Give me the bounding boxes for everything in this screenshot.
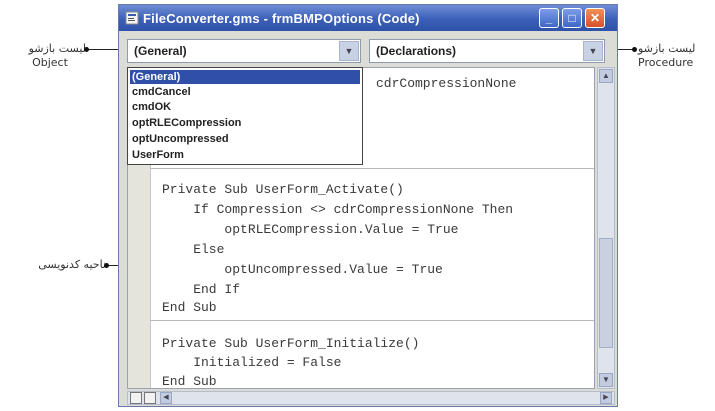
code-area-label-fa: ناحیه کدنویسی — [38, 258, 106, 271]
window-title: FileConverter.gms - frmBMPOptions (Code) — [143, 11, 420, 26]
code-line: Private Sub UserForm_Initialize() — [162, 336, 420, 351]
code-area-annotation: ناحیه کدنویسی — [2, 258, 106, 272]
object-list-label-en: Object — [32, 56, 68, 69]
vba-module-icon — [125, 11, 139, 25]
code-line: Initialized = False — [162, 355, 342, 370]
horizontal-scrollbar[interactable]: ◀ ▶ — [127, 391, 615, 405]
dropdown-item[interactable]: (General) — [130, 70, 360, 84]
code-line: End If — [162, 282, 241, 297]
code-line: Private Sub UserForm_Activate() — [162, 182, 404, 197]
dropdown-item[interactable]: optUncompressed — [130, 132, 360, 146]
procedure-list-label-en: Procedure — [638, 56, 694, 69]
dropdown-item[interactable]: UserForm — [130, 148, 360, 162]
chevron-down-icon[interactable]: ▼ — [339, 41, 359, 61]
scroll-up-icon[interactable]: ▲ — [599, 69, 613, 83]
scroll-right-icon[interactable]: ▶ — [600, 392, 612, 404]
scroll-down-icon[interactable]: ▼ — [599, 373, 613, 387]
code-line: cdrCompressionNone — [376, 76, 517, 91]
procedure-separator — [150, 320, 594, 321]
object-combo[interactable]: (General) ▼ — [127, 39, 361, 63]
procedure-view-icon[interactable] — [130, 392, 142, 404]
procedure-combo-value: (Declarations) — [376, 44, 457, 58]
dropdown-item[interactable]: cmdOK — [130, 100, 360, 114]
object-list-label-fa: لیست بازشو — [28, 42, 86, 55]
code-line: End Sub — [162, 300, 217, 315]
dropdown-item[interactable]: cmdCancel — [130, 85, 360, 99]
full-module-view-icon[interactable] — [144, 392, 156, 404]
title-bar[interactable]: FileConverter.gms - frmBMPOptions (Code)… — [119, 5, 617, 31]
close-button[interactable]: ✕ — [585, 8, 605, 28]
code-area-pointer-dot — [104, 263, 109, 268]
code-line: optUncompressed.Value = True — [162, 262, 443, 277]
procedure-separator — [150, 168, 594, 169]
object-list-pointer-dot — [84, 47, 89, 52]
object-combo-value: (General) — [134, 44, 187, 58]
procedure-list-label-fa: لیست بازشو — [638, 42, 696, 55]
code-window: FileConverter.gms - frmBMPOptions (Code)… — [118, 4, 618, 407]
scrollbar-thumb[interactable] — [599, 238, 613, 348]
code-line: If Compression <> cdrCompressionNone The… — [162, 202, 514, 217]
minimize-button[interactable]: _ — [539, 8, 559, 28]
procedure-combo[interactable]: (Declarations) ▼ — [369, 39, 605, 63]
scroll-left-icon[interactable]: ◀ — [160, 392, 172, 404]
code-line: optRLECompression.Value = True — [162, 222, 459, 237]
object-list-annotation: لیست بازشو Object — [14, 42, 86, 70]
chevron-down-icon[interactable]: ▼ — [583, 41, 603, 61]
code-line: Else — [162, 242, 225, 257]
maximize-button[interactable]: □ — [562, 8, 582, 28]
vertical-scrollbar[interactable]: ▲ ▼ — [597, 67, 615, 389]
dropdown-item[interactable]: optRLECompression — [130, 116, 360, 130]
object-dropdown-list[interactable]: (General) cmdCancel cmdOK optRLECompress… — [127, 67, 363, 165]
procedure-list-pointer-dot — [632, 47, 637, 52]
code-line: End Sub — [162, 374, 217, 389]
procedure-list-annotation: لیست بازشو Procedure — [638, 42, 712, 70]
